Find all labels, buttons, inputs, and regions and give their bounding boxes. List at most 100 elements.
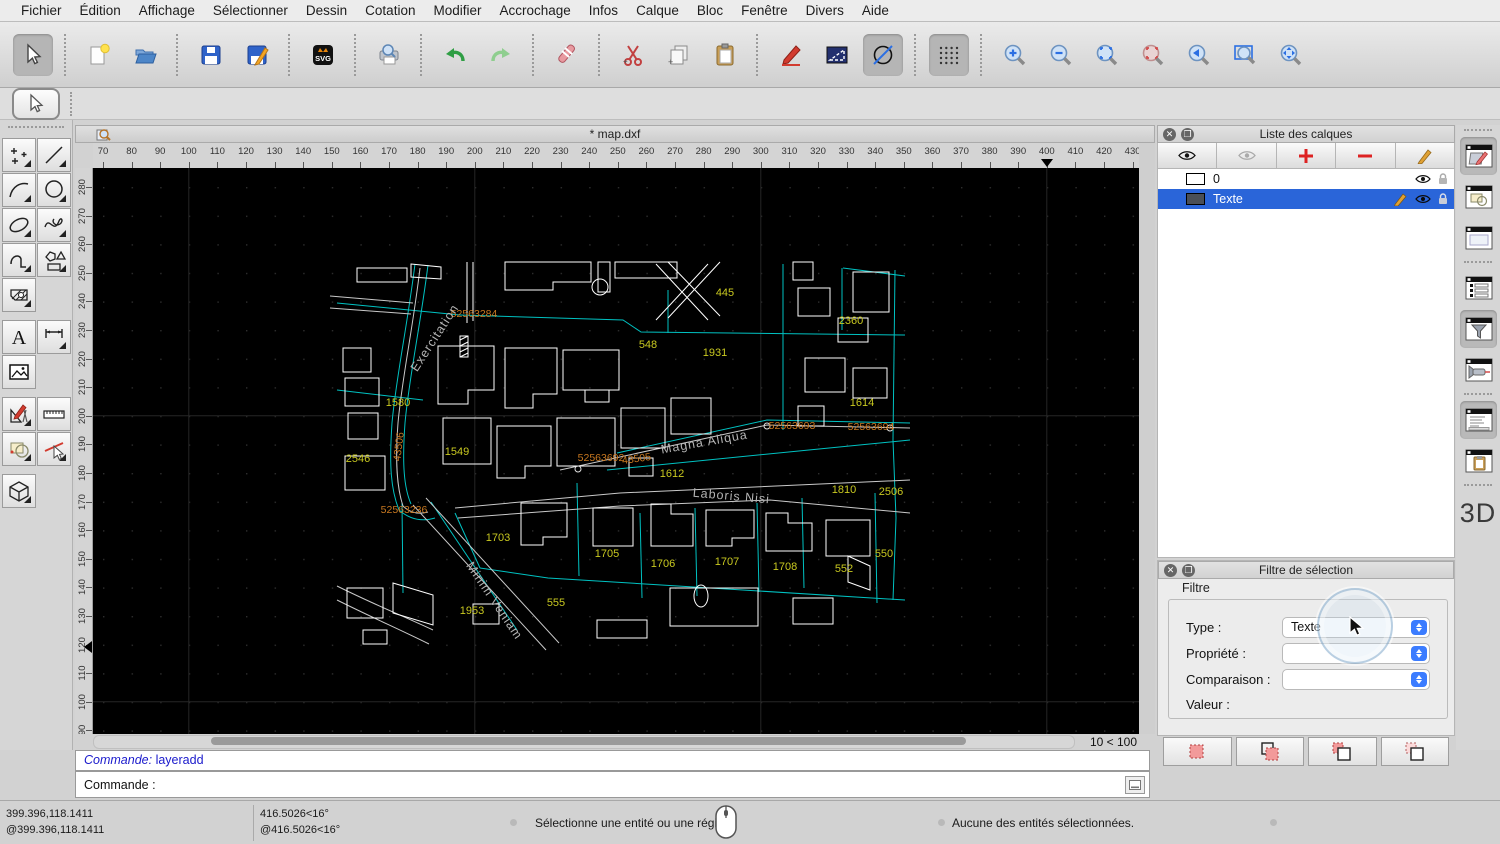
library-browser-window-button[interactable] [1460,219,1497,257]
save-button[interactable] [191,34,231,76]
print-preview-button[interactable] [369,34,409,76]
command-window-button[interactable] [1460,401,1497,439]
command-options-button[interactable] [1125,775,1145,794]
dropdown-stepper-icon[interactable] [1411,646,1427,661]
detach-panel-button[interactable]: ❐ [1182,564,1195,577]
modify-layer-button[interactable] [1395,143,1455,168]
filter-deselect-all-button[interactable] [1235,737,1304,766]
hatch-tool[interactable] [2,278,36,312]
filter-comparison-dropdown[interactable] [1282,669,1430,690]
zoom-back-button[interactable] [1179,34,1219,76]
spline-tool[interactable] [37,208,71,242]
scrollbar-thumb[interactable] [211,737,966,745]
layer-row-0[interactable]: 0 [1158,169,1454,189]
layer-row-texte[interactable]: Texte [1158,189,1454,209]
blocks-tool[interactable] [2,432,36,466]
hide-all-layers-button[interactable] [1217,143,1277,168]
strip-drag-handle[interactable] [1464,129,1492,133]
document-titlebar[interactable]: * map.dxf [75,125,1155,143]
menu-calque[interactable]: Calque [627,3,688,18]
menu-aide[interactable]: Aide [853,3,898,18]
select-tool-button[interactable] [12,87,60,120]
add-layer-button[interactable] [1276,143,1337,168]
menu-selectionner[interactable]: Sélectionner [204,3,297,18]
menu-affichage[interactable]: Affichage [130,3,204,18]
filter-select-partial-button[interactable] [1308,737,1377,766]
detach-panel-button[interactable]: ❐ [1181,128,1194,141]
zoom-auto-button[interactable] [1087,34,1127,76]
show-all-layers-button[interactable] [1158,143,1218,168]
paste-button[interactable] [705,34,745,76]
drawing-canvas[interactable]: 445 2360 548 1931 1614 1580 2546 1549 1612 1810 25… [93,168,1139,734]
points-tool[interactable] [2,138,36,172]
arc-tool[interactable] [2,173,36,207]
zoom-in-button[interactable] [995,34,1035,76]
zoom-window-button[interactable] [1225,34,1265,76]
order-button[interactable] [817,34,857,76]
redo-button[interactable] [481,34,521,76]
layer-lock-icon[interactable] [1438,173,1448,185]
measure-tool[interactable] [37,397,71,431]
image-tool[interactable] [2,355,36,389]
modify-tool[interactable] [2,397,36,431]
delete-entities-button[interactable] [547,34,587,76]
circle-tool[interactable] [37,173,71,207]
remove-layer-button[interactable] [1336,143,1396,168]
menu-fichier[interactable]: Fichier [12,3,71,18]
dropdown-stepper-icon[interactable] [1411,620,1427,635]
dimension-tool[interactable] [37,320,71,354]
line-tool[interactable] [37,138,71,172]
entity-list-window-button[interactable] [1460,269,1497,307]
layer-list-window-button[interactable] [1460,137,1497,175]
clipboard-window-button[interactable] [1460,442,1497,480]
3d-mode-label[interactable]: 3D [1456,498,1500,529]
menu-accrochage[interactable]: Accrochage [490,3,579,18]
menu-modifier[interactable]: Modifier [424,3,490,18]
edit-attributes-button[interactable] [771,34,811,76]
menu-fenetre[interactable]: Fenêtre [732,3,797,18]
cut-button[interactable]: + [613,34,653,76]
grid-button[interactable] [929,33,969,76]
menu-edition[interactable]: Édition [71,3,130,18]
menu-infos[interactable]: Infos [580,3,627,18]
ruler-tick-label: 280 [695,146,712,157]
solid-3d-tool[interactable] [2,474,36,508]
menu-bloc[interactable]: Bloc [688,3,732,18]
layer-edit-icon[interactable] [1394,192,1408,206]
zoom-previous-button[interactable] [1133,34,1173,76]
zoom-pan-button[interactable] [1271,34,1311,76]
zoom-out-button[interactable] [1041,34,1081,76]
select-button[interactable] [13,33,53,76]
filter-select-all-button[interactable] [1163,737,1232,766]
layer-color-swatch[interactable] [1186,173,1205,185]
inspection-window-button[interactable] [1460,351,1497,389]
text-tool[interactable]: A [2,320,36,354]
close-panel-button[interactable]: ✕ [1163,128,1176,141]
select-entity-tool[interactable] [37,432,71,466]
menu-cotation[interactable]: Cotation [356,3,424,18]
draft-mode-button[interactable] [863,33,903,76]
dropdown-stepper-icon[interactable] [1411,672,1427,687]
close-panel-button[interactable]: ✕ [1164,564,1177,577]
ellipse-tool[interactable] [2,208,36,242]
selection-filter-window-button[interactable] [1460,310,1497,348]
filter-deselect-partial-button[interactable] [1380,737,1449,766]
copy-button[interactable]: + [659,34,699,76]
polygon-tool[interactable] [37,243,71,277]
block-list-window-button[interactable] [1460,178,1497,216]
menu-dessin[interactable]: Dessin [297,3,356,18]
new-document-button[interactable] [79,34,119,76]
undo-button[interactable] [435,34,475,76]
command-input[interactable] [161,773,1125,796]
menu-divers[interactable]: Divers [797,3,853,18]
layer-lock-icon[interactable] [1438,193,1448,205]
horizontal-scrollbar[interactable] [93,735,1075,749]
open-file-button[interactable] [125,34,165,76]
save-as-button[interactable] [237,34,277,76]
palette-drag-handle[interactable] [8,126,64,134]
polyline-tool[interactable] [2,243,36,277]
export-svg-button[interactable]: SVG [303,34,343,76]
layer-color-swatch[interactable] [1186,193,1205,205]
layer-visibility-icon[interactable] [1415,174,1431,184]
layer-visibility-icon[interactable] [1415,194,1431,204]
